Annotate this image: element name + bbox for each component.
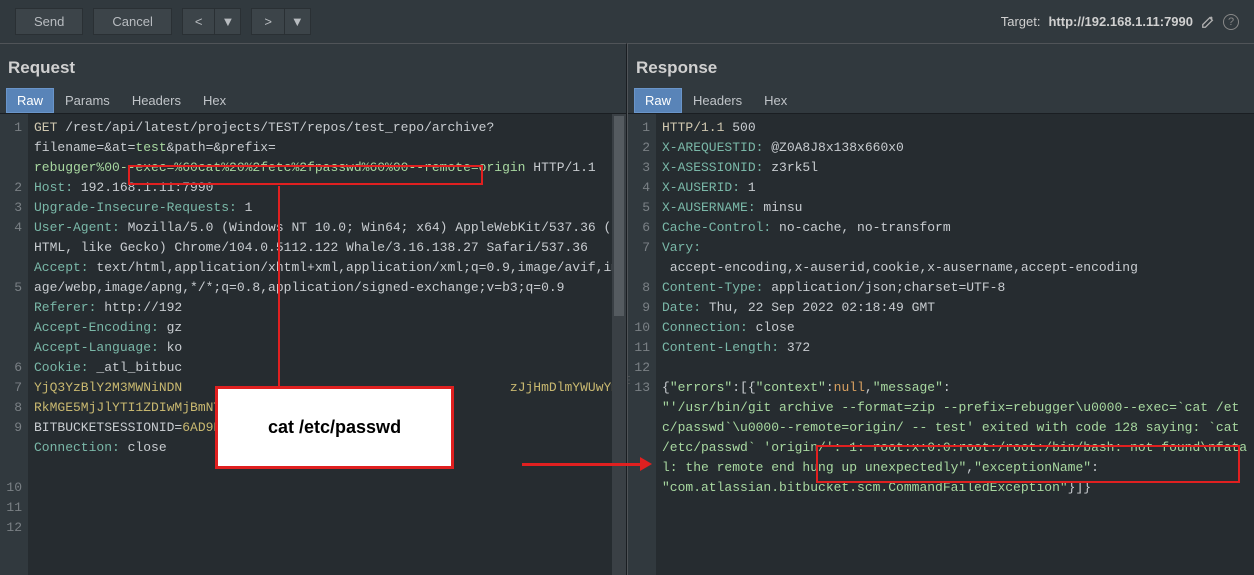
connector-1 [278, 186, 280, 386]
response-panel: Response Raw Headers Hex 123456789101112… [627, 43, 1254, 575]
arrow-icon [640, 457, 652, 471]
prev-dropdown[interactable]: ▼ [215, 8, 241, 35]
tab-raw-resp[interactable]: Raw [634, 88, 682, 113]
target-label: Target: [1001, 14, 1041, 29]
request-title: Request [0, 44, 626, 88]
tab-headers[interactable]: Headers [121, 88, 192, 113]
request-panel: Request Raw Params Headers Hex 123456789… [0, 43, 627, 575]
target-info: Target: http://192.168.1.11:7990 ? [1001, 14, 1239, 30]
cancel-button[interactable]: Cancel [93, 8, 171, 35]
scrollbar[interactable] [612, 114, 626, 575]
response-tabs: Raw Headers Hex [628, 88, 1254, 113]
request-editor[interactable]: 123456789101112 GET /rest/api/latest/pro… [0, 113, 626, 575]
splitter-handle[interactable]: ⋮ [624, 375, 634, 386]
prev-group: < ▼ [182, 8, 241, 35]
tab-hex[interactable]: Hex [192, 88, 237, 113]
next-group: > ▼ [251, 8, 310, 35]
response-code[interactable]: HTTP/1.1 500X-AREQUESTID: @Z0A8J8x138x66… [656, 114, 1254, 575]
tab-params[interactable]: Params [54, 88, 121, 113]
next-button[interactable]: > [251, 8, 285, 35]
tab-headers-resp[interactable]: Headers [682, 88, 753, 113]
request-gutter: 123456789101112 [0, 114, 28, 575]
request-code[interactable]: GET /rest/api/latest/projects/TEST/repos… [28, 114, 626, 575]
response-title: Response [628, 44, 1254, 88]
scrollbar-thumb[interactable] [614, 116, 624, 316]
connector-2 [522, 463, 642, 466]
response-gutter: 12345678910111213 [628, 114, 656, 575]
help-icon[interactable]: ? [1223, 14, 1239, 30]
prev-button[interactable]: < [182, 8, 216, 35]
send-button[interactable]: Send [15, 8, 83, 35]
toolbar: Send Cancel < ▼ > ▼ Target: http://192.1… [0, 0, 1254, 43]
response-editor[interactable]: 12345678910111213 HTTP/1.1 500X-AREQUEST… [628, 113, 1254, 575]
target-url: http://192.168.1.11:7990 [1048, 14, 1193, 29]
tab-hex-resp[interactable]: Hex [753, 88, 798, 113]
panels: Request Raw Params Headers Hex 123456789… [0, 43, 1254, 575]
next-dropdown[interactable]: ▼ [285, 8, 311, 35]
tab-raw[interactable]: Raw [6, 88, 54, 113]
edit-icon[interactable] [1201, 15, 1215, 29]
callout-box: cat /etc/passwd [215, 386, 454, 469]
request-tabs: Raw Params Headers Hex [0, 88, 626, 113]
